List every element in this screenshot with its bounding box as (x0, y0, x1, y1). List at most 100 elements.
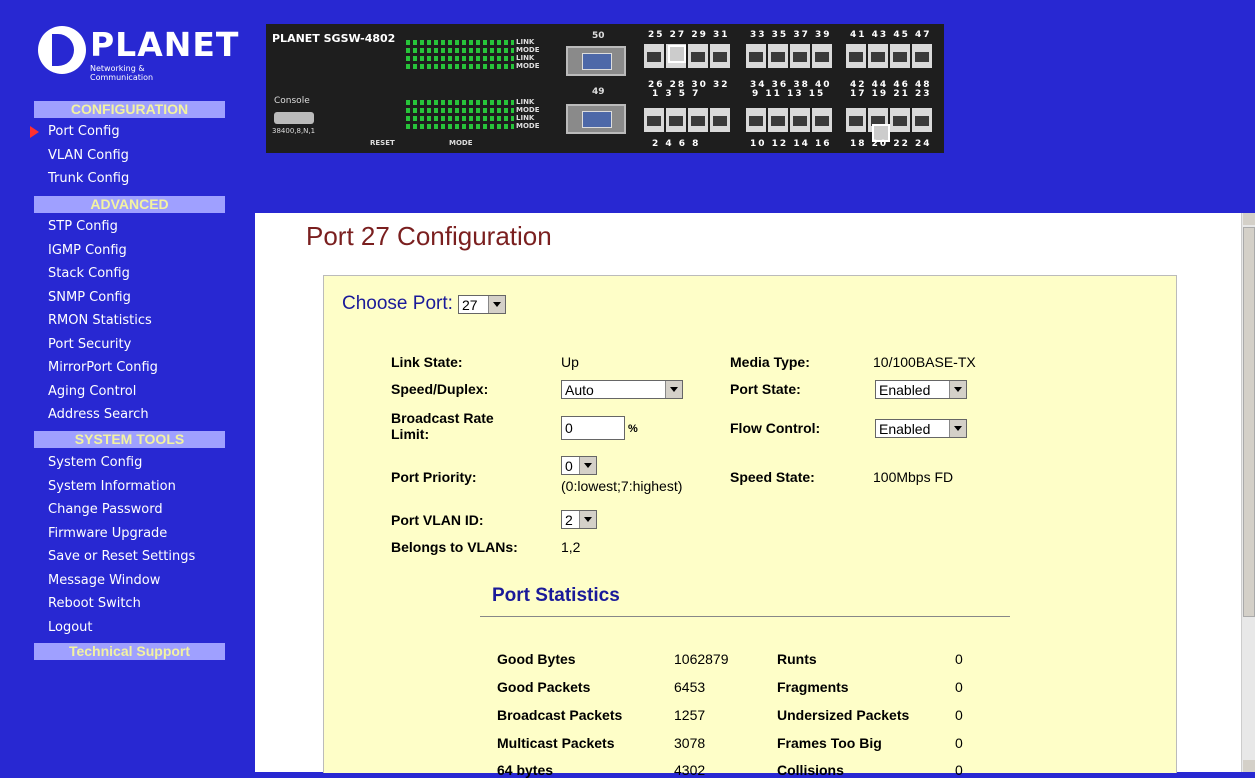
nav-reboot-switch[interactable]: Reboot Switch (48, 596, 141, 612)
port-numbers: 9 11 13 15 (752, 89, 826, 99)
nav-vlan-config[interactable]: VLAN Config (48, 148, 129, 164)
nav-rmon-statistics[interactable]: RMON Statistics (48, 313, 152, 329)
stat-label: Good Packets (497, 679, 591, 695)
port-state-value: Enabled (879, 382, 931, 398)
scroll-up-icon[interactable] (1243, 213, 1255, 225)
speed-duplex-value: Auto (565, 382, 594, 398)
section-configuration: CONFIGURATION (34, 101, 225, 118)
section-system-tools: SYSTEM TOOLS (34, 431, 225, 448)
port-priority-select[interactable]: 0 (561, 456, 597, 475)
media-type-value: 10/100BASE-TX (873, 354, 976, 370)
sfp-port-50[interactable] (566, 46, 626, 76)
port-statistics-title: Port Statistics (492, 585, 620, 606)
scrollbar-thumb[interactable] (1243, 227, 1255, 617)
stat-value: 1062879 (674, 651, 729, 667)
chevron-down-icon[interactable] (488, 296, 505, 313)
belongs-vlans-label: Belongs to VLANs: (391, 539, 518, 555)
speed-duplex-select[interactable]: Auto (561, 380, 683, 399)
port-numbers: 10 12 14 16 (750, 139, 832, 149)
mode-label: MODE (449, 139, 473, 147)
speed-duplex-label: Speed/Duplex: (391, 381, 489, 397)
nav-system-config[interactable]: System Config (48, 455, 142, 471)
section-advanced: ADVANCED (34, 196, 225, 213)
port-row[interactable] (644, 108, 732, 132)
port-vlan-id-value: 2 (565, 512, 573, 528)
stat-label: Collisions (777, 762, 844, 778)
chevron-down-icon[interactable] (665, 381, 682, 398)
led-label: MODE (516, 106, 540, 114)
flow-control-select[interactable]: Enabled (875, 419, 967, 438)
port-priority-hint: (0:lowest;7:highest) (561, 478, 683, 494)
nav-igmp-config[interactable]: IGMP Config (48, 243, 127, 259)
stat-value: 0 (955, 651, 963, 667)
chevron-down-icon[interactable] (579, 457, 596, 474)
nav-firmware-upgrade[interactable]: Firmware Upgrade (48, 526, 167, 542)
led-row (406, 56, 514, 61)
port-numbers: 18 20 22 24 (850, 139, 932, 149)
nav-technical-support[interactable]: Technical Support (34, 643, 225, 660)
port-numbers: 41 43 45 47 (850, 30, 932, 40)
speed-state-value: 100Mbps FD (873, 469, 954, 485)
port-row[interactable] (846, 44, 934, 68)
active-arrow-icon (30, 126, 39, 138)
belongs-vlans-value: 1,2 (561, 539, 581, 555)
stat-value: 0 (955, 679, 963, 695)
sfp-port-49[interactable] (566, 104, 626, 134)
port-numbers: 1 3 5 7 (652, 89, 701, 99)
port-priority-value: 0 (565, 458, 573, 474)
broadcast-unit: % (628, 423, 638, 435)
selected-port-27-icon[interactable] (668, 45, 686, 63)
stat-label: Multicast Packets (497, 735, 615, 751)
chevron-down-icon[interactable] (579, 511, 596, 528)
nav-message-window[interactable]: Message Window (48, 573, 160, 589)
nav-change-password[interactable]: Change Password (48, 502, 163, 518)
led-row (406, 64, 514, 69)
stat-value: 0 (955, 735, 963, 751)
link-state-value: Up (561, 354, 579, 370)
port-numbers: 33 35 37 39 (750, 30, 832, 40)
port-row[interactable] (746, 108, 834, 132)
nav-address-search[interactable]: Address Search (48, 407, 149, 423)
nav-mirrorport-config[interactable]: MirrorPort Config (48, 360, 158, 376)
led-label: MODE (516, 122, 540, 130)
led-row (406, 48, 514, 53)
scroll-down-icon[interactable] (1243, 760, 1255, 772)
chevron-down-icon[interactable] (949, 420, 966, 437)
port-row[interactable] (746, 44, 834, 68)
stat-label: Fragments (777, 679, 849, 695)
divider (480, 616, 1010, 617)
nav-stack-config[interactable]: Stack Config (48, 266, 130, 282)
nav-snmp-config[interactable]: SNMP Config (48, 290, 131, 306)
nav-logout[interactable]: Logout (48, 620, 93, 636)
port-row[interactable] (846, 108, 934, 132)
flow-control-label: Flow Control: (730, 420, 821, 436)
choose-port-value: 27 (462, 297, 478, 313)
planet-logo: PLANET Networking & Communication (38, 26, 238, 82)
led-row (406, 40, 514, 45)
stat-value: 4302 (674, 762, 706, 778)
stat-label: Broadcast Packets (497, 707, 623, 723)
led-row (406, 100, 514, 105)
nav-port-security[interactable]: Port Security (48, 337, 131, 353)
nav-system-information[interactable]: System Information (48, 479, 176, 495)
broadcast-rate-label: Broadcast Rate Limit: (391, 410, 494, 442)
stat-label: 64 bytes (497, 762, 554, 778)
nav-aging-control[interactable]: Aging Control (48, 384, 136, 400)
speed-state-label: Speed State: (730, 469, 815, 485)
port-state-select[interactable]: Enabled (875, 380, 967, 399)
stat-label: Undersized Packets (777, 707, 910, 723)
vertical-scrollbar[interactable] (1241, 213, 1255, 772)
port-row[interactable] (644, 44, 732, 68)
stat-value: 0 (955, 762, 963, 778)
chevron-down-icon[interactable] (949, 381, 966, 398)
flow-control-value: Enabled (879, 421, 931, 437)
broadcast-rate-label-line1: Broadcast Rate (391, 410, 494, 426)
led-label: LINK (516, 54, 535, 62)
nav-stp-config[interactable]: STP Config (48, 219, 118, 235)
nav-trunk-config[interactable]: Trunk Config (48, 171, 129, 187)
choose-port-select[interactable]: 27 (458, 295, 506, 314)
nav-port-config[interactable]: Port Config (48, 124, 120, 140)
broadcast-rate-input[interactable]: 0 (561, 416, 625, 440)
nav-save-reset-settings[interactable]: Save or Reset Settings (48, 549, 195, 565)
port-vlan-id-select[interactable]: 2 (561, 510, 597, 529)
